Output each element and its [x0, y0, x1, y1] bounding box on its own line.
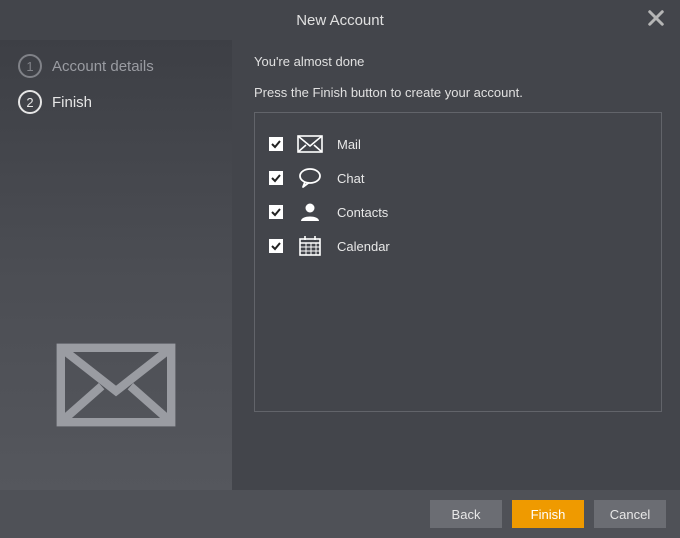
wizard-main: You're almost done Press the Finish butt…: [232, 40, 680, 490]
dialog-footer: Back Finish Cancel: [0, 490, 680, 538]
option-label: Mail: [337, 137, 361, 152]
check-icon: [270, 172, 282, 184]
back-button[interactable]: Back: [430, 500, 502, 528]
step-label: Finish: [52, 94, 92, 111]
check-icon: [270, 240, 282, 252]
option-label: Chat: [337, 171, 364, 186]
contacts-icon: [297, 201, 323, 223]
contacts-checkbox[interactable]: [269, 205, 283, 219]
calendar-icon: [297, 235, 323, 257]
option-label: Contacts: [337, 205, 388, 220]
instruction-text: Press the Finish button to create your a…: [254, 85, 662, 100]
check-icon: [270, 206, 282, 218]
calendar-checkbox[interactable]: [269, 239, 283, 253]
dialog-title: New Account: [0, 12, 680, 29]
step-number-icon: 1: [18, 54, 42, 78]
option-contacts: Contacts: [269, 195, 647, 229]
mail-checkbox[interactable]: [269, 137, 283, 151]
close-button[interactable]: [646, 8, 666, 28]
step-number-icon: 2: [18, 90, 42, 114]
wizard-sidebar: 1 Account details 2 Finish: [0, 40, 232, 490]
envelope-large-icon: [56, 340, 176, 430]
mail-icon: [297, 133, 323, 155]
finish-button[interactable]: Finish: [512, 500, 584, 528]
options-panel: Mail Chat: [254, 112, 662, 412]
almost-done-text: You're almost done: [254, 54, 662, 69]
check-icon: [270, 138, 282, 150]
step-account-details: 1 Account details: [18, 54, 232, 78]
step-finish: 2 Finish: [18, 90, 232, 114]
cancel-button[interactable]: Cancel: [594, 500, 666, 528]
option-mail: Mail: [269, 127, 647, 161]
chat-icon: [297, 167, 323, 189]
option-chat: Chat: [269, 161, 647, 195]
option-label: Calendar: [337, 239, 390, 254]
option-calendar: Calendar: [269, 229, 647, 263]
step-label: Account details: [52, 58, 154, 75]
close-icon: [646, 8, 666, 28]
chat-checkbox[interactable]: [269, 171, 283, 185]
sidebar-illustration: [0, 340, 232, 430]
